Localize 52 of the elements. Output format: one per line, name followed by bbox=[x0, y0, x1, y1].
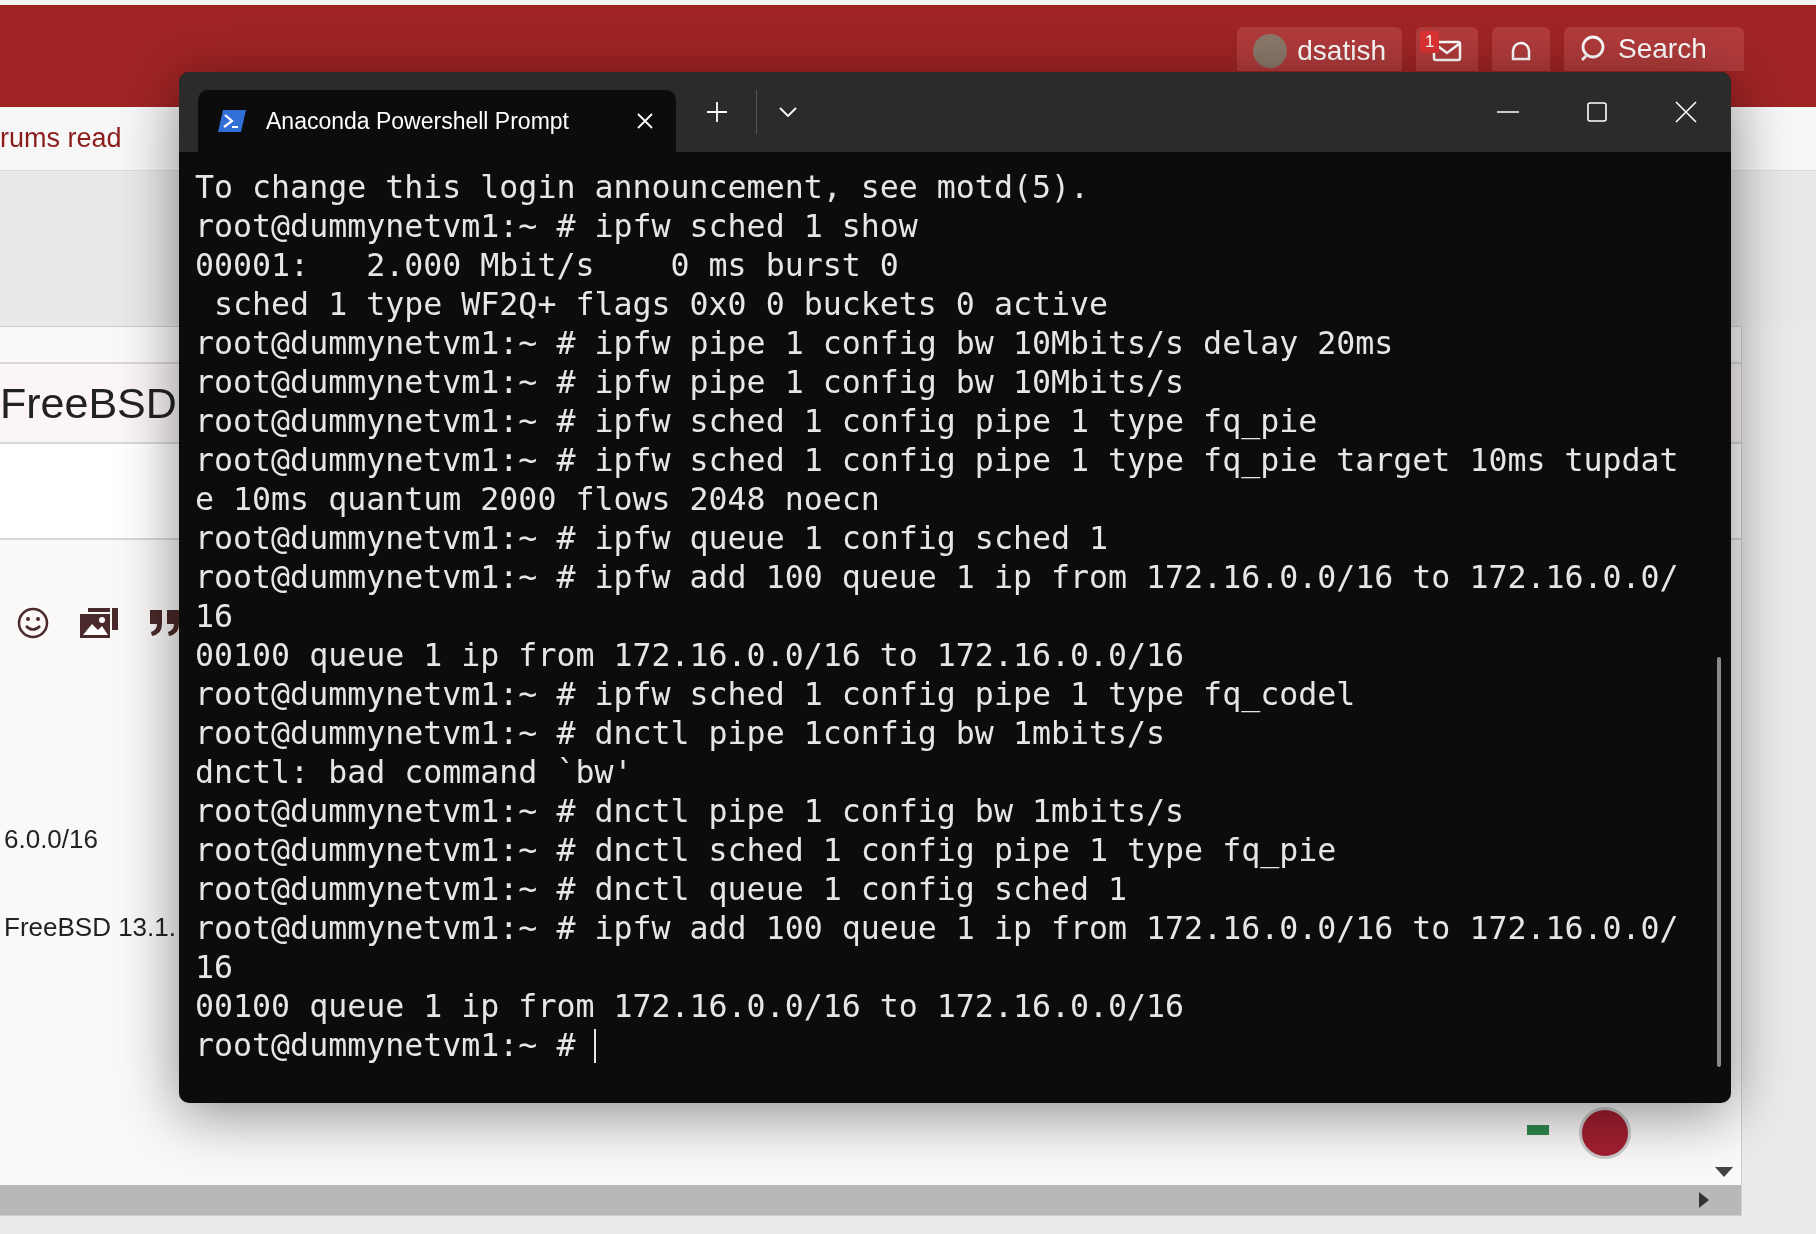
terminal-line: root@dummynetvm1:~ # dnctl queue 1 config sched 1 bbox=[195, 870, 1129, 909]
search-button[interactable]: Search bbox=[1564, 27, 1744, 71]
terminal-line: root@dummynetvm1:~ # ipfw pipe 1 config bw 10Mbits/s delay 20ms bbox=[195, 324, 1395, 363]
terminal-line: root@dummynetvm1:~ # ipfw pipe 1 config bw 10Mbits/s bbox=[195, 363, 1186, 402]
terminal-line: 00100 queue 1 ip from 172.16.0.0/16 to 172.16.0.0/16 bbox=[195, 987, 1186, 1026]
terminal-prompt: root@dummynetvm1:~ # bbox=[195, 1026, 576, 1065]
image-icon[interactable] bbox=[78, 606, 120, 640]
vertical-scrollbar[interactable] bbox=[1717, 657, 1721, 1067]
terminal-line: root@dummynetvm1:~ # ipfw add 100 queue 1 ip from 172.16.0.0/16 to 172.16.0.0/ bbox=[195, 558, 1680, 597]
terminal-line: To change this login announcement, see motd(5). bbox=[195, 168, 1090, 207]
post-text: 6.0.0/16 bbox=[4, 824, 98, 855]
text-cursor bbox=[594, 1028, 597, 1063]
terminal-line: dnctl: bad command `bw' bbox=[195, 753, 634, 792]
smiley-icon[interactable] bbox=[16, 606, 50, 640]
status-mark bbox=[1527, 1125, 1549, 1135]
close-tab-icon[interactable] bbox=[636, 112, 654, 130]
inbox-button[interactable]: 1 bbox=[1416, 27, 1478, 71]
horizontal-scrollbar[interactable] bbox=[0, 1185, 1741, 1215]
scroll-right-icon[interactable] bbox=[1699, 1192, 1709, 1208]
forum-link[interactable]: rums read bbox=[0, 123, 122, 154]
thread-title: FreeBSD bbox=[0, 378, 177, 428]
terminal-line: root@dummynetvm1:~ # dnctl pipe 1 config bw 1mbits/s bbox=[195, 792, 1186, 831]
dropdown-arrow-icon[interactable] bbox=[1715, 1167, 1733, 1177]
close-icon[interactable] bbox=[1675, 101, 1697, 123]
notifications-button[interactable] bbox=[1492, 27, 1550, 71]
terminal-line: e 10ms quantum 2000 flows 2048 noecn bbox=[195, 480, 881, 519]
terminal-line: root@dummynetvm1:~ # ipfw sched 1 config pipe 1 type fq_codel bbox=[195, 675, 1357, 714]
terminal-line: root@dummynetvm1:~ # ipfw queue 1 config sched 1 bbox=[195, 519, 1109, 558]
quote-icon[interactable] bbox=[148, 608, 182, 638]
terminal-line: root@dummynetvm1:~ # dnctl sched 1 config pipe 1 type fq_pie bbox=[195, 831, 1338, 870]
post-text: FreeBSD 13.1. bbox=[4, 912, 176, 943]
terminal-line: sched 1 type WF2Q+ flags 0x0 0 buckets 0 active bbox=[213, 285, 1109, 324]
user-menu[interactable]: dsatish bbox=[1237, 27, 1402, 71]
terminal-line: 16 bbox=[195, 597, 235, 636]
terminal-line: 16 bbox=[195, 948, 235, 987]
new-tab-icon[interactable] bbox=[706, 101, 728, 123]
chevron-down-icon[interactable] bbox=[779, 106, 797, 118]
terminal-line: 00001: 2.000 Mbit/s 0 ms burst 0 bbox=[195, 246, 900, 285]
message-count-badge: 1 bbox=[1420, 31, 1440, 53]
powershell-icon bbox=[218, 110, 246, 132]
terminal-line: root@dummynetvm1:~ # dnctl pipe 1config bw 1mbits/s bbox=[195, 714, 1167, 753]
record-button[interactable] bbox=[1579, 1107, 1631, 1159]
terminal-line: root@dummynetvm1:~ # ipfw sched 1 config pipe 1 type fq_pie target 10ms tupdat bbox=[195, 441, 1680, 480]
avatar-icon bbox=[1253, 34, 1288, 68]
terminal-line: root@dummynetvm1:~ # ipfw sched 1 show bbox=[195, 207, 919, 246]
terminal-line: 00100 queue 1 ip from 172.16.0.0/16 to 172.16.0.0/16 bbox=[195, 636, 1186, 675]
envelope-icon bbox=[1432, 39, 1462, 63]
terminal-line: root@dummynetvm1:~ # ipfw add 100 queue 1 ip from 172.16.0.0/16 to 172.16.0.0/ bbox=[195, 909, 1680, 948]
maximize-icon[interactable] bbox=[1587, 102, 1607, 122]
terminal-line: root@dummynetvm1:~ # ipfw sched 1 config pipe 1 type fq_pie bbox=[195, 402, 1319, 441]
terminal-tab[interactable]: Anaconda Powershell Prompt bbox=[198, 90, 676, 152]
minimize-icon[interactable] bbox=[1497, 110, 1519, 114]
